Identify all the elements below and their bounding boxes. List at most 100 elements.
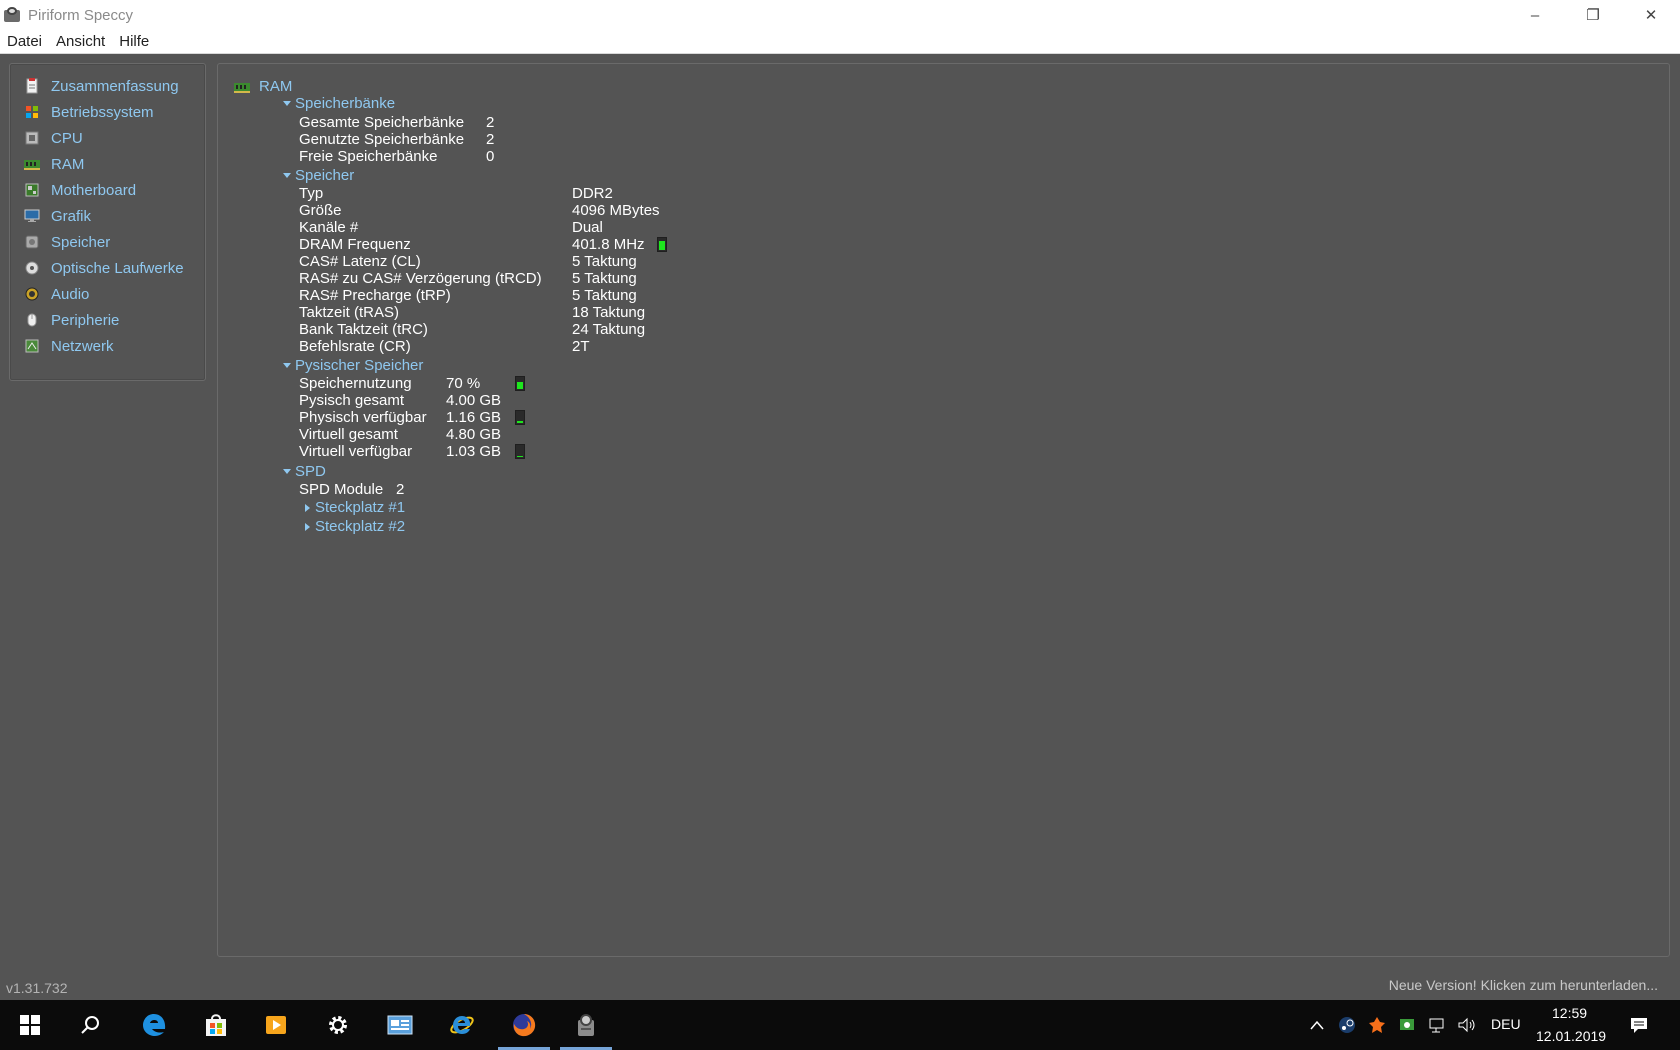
firefox-icon[interactable]	[494, 1000, 554, 1050]
row-value: 2	[486, 114, 495, 131]
network-manager-icon[interactable]	[1396, 1014, 1418, 1036]
sidebar-item-zusammenfassung[interactable]: Zusammenfassung	[24, 74, 179, 98]
summary-icon	[24, 78, 40, 94]
collapse-arrow-icon[interactable]	[283, 173, 291, 178]
row-label: SPD Module	[299, 481, 384, 498]
sidebar-item-grafik[interactable]: Grafik	[24, 204, 91, 228]
speccy-app-icon	[2, 5, 22, 25]
row-label: Physisch verfügbar	[299, 409, 427, 426]
virtual-available-indicator	[515, 444, 525, 459]
row-value: 0	[486, 148, 495, 165]
disc-icon	[24, 260, 40, 276]
slot-2-node[interactable]: Steckplatz #2	[315, 518, 405, 535]
row-label: DRAM Frequenz	[299, 236, 411, 253]
control-panel-icon[interactable]	[370, 1000, 430, 1050]
row-value: 2	[486, 131, 495, 148]
collapse-arrow-icon[interactable]	[283, 101, 291, 106]
row-label: Virtuell gesamt	[299, 426, 398, 443]
chevron-up-icon[interactable]	[1306, 1014, 1328, 1036]
cpu-icon	[24, 130, 40, 146]
minimize-button[interactable]: –	[1506, 0, 1564, 30]
store-icon[interactable]	[186, 1000, 246, 1050]
mouse-icon	[24, 312, 40, 328]
row-value: 18 Taktung	[572, 304, 646, 321]
windows-icon	[24, 104, 40, 120]
row-value: 5 Taktung	[572, 287, 637, 304]
group-header-banks[interactable]: Speicherbänke	[295, 95, 395, 112]
collapse-arrow-icon[interactable]	[283, 469, 291, 474]
expand-arrow-icon[interactable]	[305, 504, 310, 512]
internet-explorer-icon[interactable]	[432, 1000, 492, 1050]
row-label: RAS# Precharge (tRP)	[299, 287, 451, 304]
group-header-spd[interactable]: SPD	[295, 463, 326, 480]
language-indicator[interactable]: DEU	[1491, 1016, 1521, 1032]
sidebar-item-label: Netzwerk	[51, 337, 114, 355]
clock-date[interactable]: 12.01.2019	[1536, 1028, 1606, 1044]
row-value: 1.16 GB	[446, 409, 502, 426]
volume-icon[interactable]	[1456, 1014, 1478, 1036]
clock-time[interactable]: 12:59	[1552, 1005, 1587, 1021]
steam-icon[interactable]	[1336, 1014, 1358, 1036]
sidebar-item-speicher[interactable]: Speicher	[24, 230, 110, 254]
slot-1-node[interactable]: Steckplatz #1	[315, 499, 405, 516]
main-panel: RAM Speicherbänke Gesamte Speicherbänke …	[217, 63, 1670, 957]
sidebar-item-label: Motherboard	[51, 181, 137, 199]
avast-icon[interactable]	[1366, 1014, 1388, 1036]
ethernet-icon[interactable]	[1426, 1014, 1448, 1036]
window-title: Piriform Speccy	[28, 6, 134, 24]
taskbar: DEU 12:59 12.01.2019	[0, 1000, 1680, 1050]
section-title: RAM	[259, 78, 293, 95]
close-button[interactable]: ✕	[1622, 0, 1680, 30]
sidebar: Zusammenfassung Betriebssystem CPU RAM M…	[9, 63, 206, 381]
sidebar-item-motherboard[interactable]: Motherboard	[24, 178, 136, 202]
sidebar-item-label: Speicher	[51, 233, 111, 251]
group-header-physical[interactable]: Pysischer Speicher	[295, 357, 423, 374]
dram-frequency-indicator	[657, 237, 667, 252]
search-icon[interactable]	[60, 1000, 120, 1050]
collapse-arrow-icon[interactable]	[283, 363, 291, 368]
speaker-icon	[24, 286, 40, 302]
expand-arrow-icon[interactable]	[305, 523, 310, 531]
row-label: Kanäle #	[299, 219, 359, 236]
sidebar-item-peripherie[interactable]: Peripherie	[24, 308, 119, 332]
update-link[interactable]: Neue Version! Klicken zum herunterladen.…	[1389, 977, 1658, 993]
row-value: 4.80 GB	[446, 426, 502, 443]
group-header-memory[interactable]: Speicher	[295, 167, 354, 184]
row-label: Typ	[299, 185, 324, 202]
sidebar-item-optische-laufwerke[interactable]: Optische Laufwerke	[24, 256, 184, 280]
row-value: 24 Taktung	[572, 321, 646, 338]
ram-icon	[24, 156, 40, 172]
notifications-icon[interactable]	[1628, 1014, 1650, 1036]
maximize-button[interactable]: ❐	[1564, 0, 1622, 30]
menu-ansicht[interactable]: Ansicht	[49, 33, 112, 50]
sidebar-item-label: Grafik	[51, 207, 92, 225]
sidebar-item-label: Peripherie	[51, 311, 120, 329]
row-label: Befehlsrate (CR)	[299, 338, 411, 355]
sidebar-item-audio[interactable]: Audio	[24, 282, 89, 306]
row-value: DDR2	[572, 185, 613, 202]
row-value: 401.8 MHz	[572, 236, 645, 253]
ram-title-icon	[234, 80, 250, 98]
sidebar-item-cpu[interactable]: CPU	[24, 126, 83, 150]
menu-datei[interactable]: Datei	[0, 33, 49, 50]
monitor-icon	[24, 208, 40, 224]
row-value: 5 Taktung	[572, 253, 637, 270]
speccy-icon[interactable]	[556, 1000, 616, 1050]
sidebar-item-label: Optische Laufwerke	[51, 259, 184, 277]
settings-icon[interactable]	[308, 1000, 368, 1050]
row-value: Dual	[572, 219, 603, 236]
status-bar: v1.31.732 Neue Version! Klicken zum heru…	[0, 975, 1680, 1000]
edge-icon[interactable]	[124, 1000, 184, 1050]
windows-start-icon[interactable]	[0, 1000, 60, 1050]
motherboard-icon	[24, 182, 40, 198]
sidebar-item-label: CPU	[51, 129, 83, 147]
version-label: v1.31.732	[6, 980, 68, 996]
row-label: Gesamte Speicherbänke	[299, 114, 465, 131]
menu-hilfe[interactable]: Hilfe	[112, 33, 156, 50]
media-player-icon[interactable]	[246, 1000, 306, 1050]
row-label: Virtuell verfügbar	[299, 443, 413, 460]
sidebar-item-netzwerk[interactable]: Netzwerk	[24, 334, 114, 358]
sidebar-item-betriebssystem[interactable]: Betriebssystem	[24, 100, 154, 124]
sidebar-item-ram[interactable]: RAM	[24, 152, 84, 176]
memory-usage-indicator	[515, 376, 525, 391]
